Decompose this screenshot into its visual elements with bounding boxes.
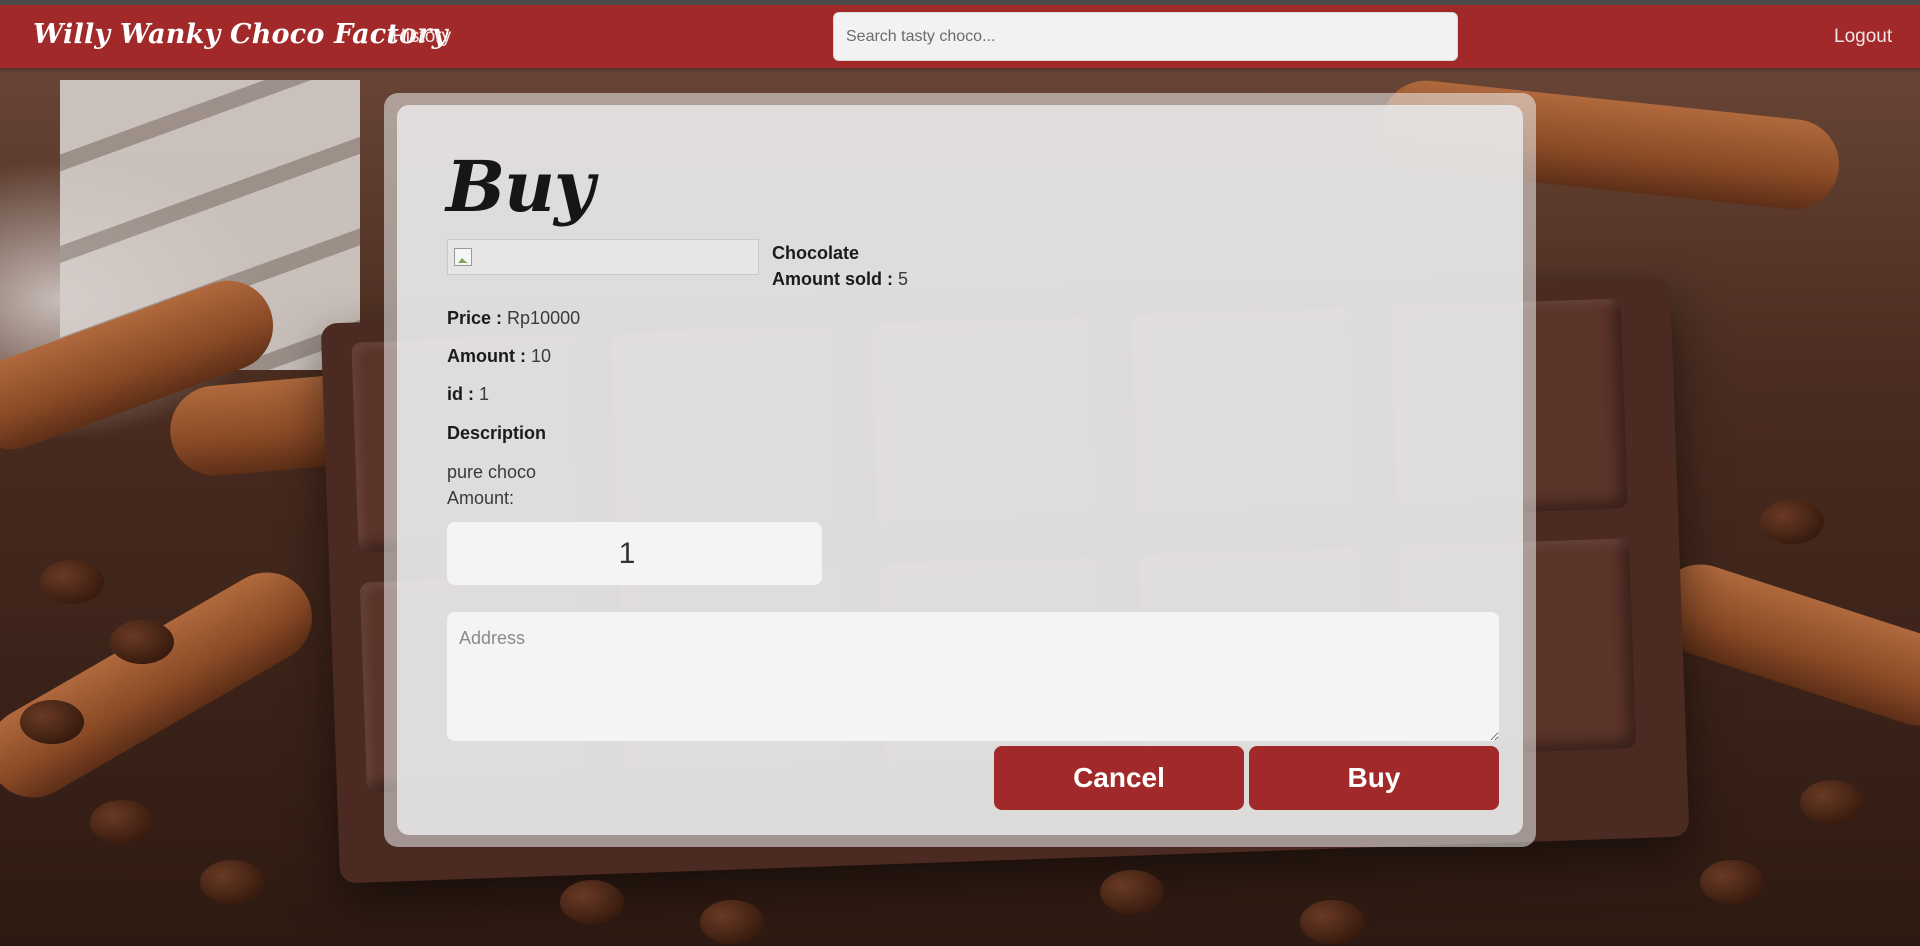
product-amount: Amount : 10 xyxy=(447,346,551,367)
description-heading: Description xyxy=(447,423,547,443)
amount-value: 10 xyxy=(531,346,552,366)
amount-sold-label: Amount sold : xyxy=(772,269,893,289)
buy-button[interactable]: Buy xyxy=(1249,746,1499,810)
nav-link-history[interactable]: History xyxy=(392,26,451,48)
cancel-button[interactable]: Cancel xyxy=(994,746,1244,810)
top-navbar: Willy Wanky Choco Factory History Logout xyxy=(0,0,1920,68)
amount-label: Amount : xyxy=(447,346,526,366)
id-value: 1 xyxy=(479,384,490,404)
product-id: id : 1 xyxy=(447,384,489,405)
nav-link-logout[interactable]: Logout xyxy=(1834,26,1892,48)
quantity-label: Amount: xyxy=(447,488,515,508)
broken-image-icon xyxy=(454,248,472,266)
brand-logo[interactable]: Willy Wanky Choco Factory xyxy=(33,19,448,50)
quantity-input[interactable] xyxy=(447,522,822,585)
price-value: Rp10000 xyxy=(507,308,581,328)
product-image xyxy=(447,239,759,275)
address-field[interactable] xyxy=(447,612,1499,741)
description-text: pure choco xyxy=(447,462,537,482)
price-label: Price : xyxy=(447,308,503,328)
amount-sold: Amount sold : 5 xyxy=(772,269,908,290)
product-name: Chocolate xyxy=(772,243,860,263)
search-input[interactable] xyxy=(833,12,1458,61)
page-title: Buy xyxy=(446,145,595,228)
id-label: id : xyxy=(447,384,474,404)
amount-sold-value: 5 xyxy=(898,269,909,289)
product-price: Price : Rp10000 xyxy=(447,308,580,329)
